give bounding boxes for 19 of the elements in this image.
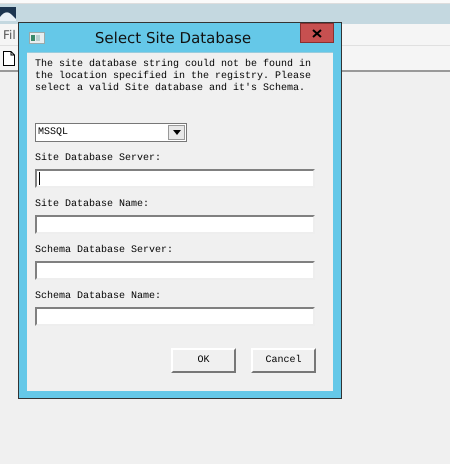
input-field[interactable] [35, 215, 315, 234]
dialog-button[interactable]: Cancel [251, 348, 316, 373]
field-label: Schema Database Name: [35, 291, 162, 303]
app-logo-icon [0, 7, 16, 21]
field-label: Site Database Name: [35, 199, 150, 211]
field-label: Schema Database Server: [35, 245, 174, 257]
close-button[interactable] [300, 23, 334, 43]
input-field[interactable] [35, 169, 315, 188]
database-type-dropdown[interactable]: MSSQL [35, 123, 187, 142]
input-field[interactable] [35, 307, 315, 326]
message-text: The site database string could not be found in the location specified in the registry. Please select a valid Site database and it's Schema. [35, 59, 312, 95]
new-document-icon[interactable] [3, 50, 15, 66]
close-icon [312, 28, 322, 38]
input-field[interactable] [35, 261, 315, 280]
dialog-button[interactable]: OK [171, 348, 236, 373]
field-label: Site Database Server: [35, 153, 162, 165]
menu-item[interactable]: Fil [3, 28, 16, 42]
dialog-title: Select Site Database [94, 28, 252, 46]
window-icon [29, 32, 45, 44]
